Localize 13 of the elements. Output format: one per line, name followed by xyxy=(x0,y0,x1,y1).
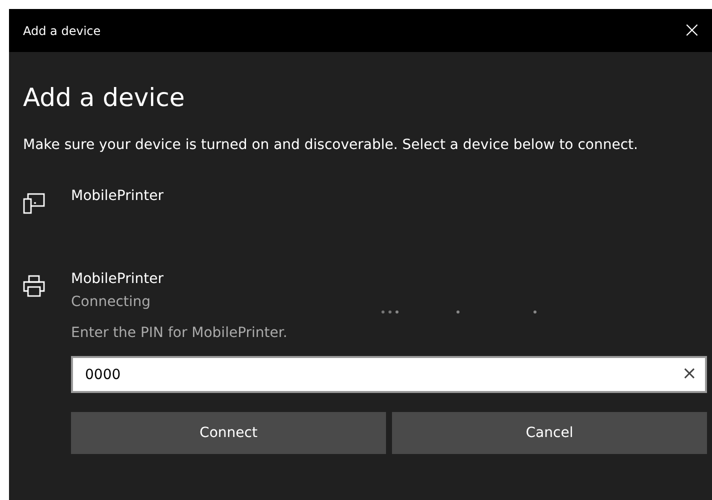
connect-button[interactable]: Connect xyxy=(71,412,386,454)
window-title: Add a device xyxy=(23,24,101,38)
printer-icon xyxy=(23,275,45,297)
close-button[interactable]: × xyxy=(672,9,712,52)
instructions-text: Make sure your device is turned on and discoverable. Select a device below to connect. xyxy=(23,136,639,155)
pin-prompt: Enter the PIN for MobilePrinter. xyxy=(71,324,288,343)
device-name[interactable]: MobilePrinter xyxy=(71,185,712,207)
device-name[interactable]: MobilePrinter xyxy=(71,268,712,290)
device-status: Connecting xyxy=(71,293,151,312)
clear-button[interactable]: × xyxy=(682,364,697,384)
cancel-button[interactable]: Cancel xyxy=(392,412,707,454)
dialog-heading: Add a device xyxy=(23,82,186,114)
devices-icon xyxy=(23,192,45,214)
